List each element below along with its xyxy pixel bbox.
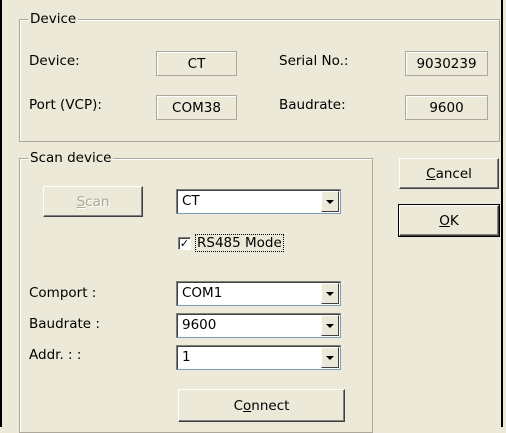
checkbox-box[interactable]: ✓ [178,236,191,250]
ok-button[interactable]: OK [398,204,500,237]
port-label: Port (VCP): [29,97,102,113]
serial-value: 9030239 [405,51,488,76]
rs485-mode-checkbox[interactable]: ✓ RS485 Mode [178,234,284,252]
checkmark-icon: ✓ [179,236,190,250]
comport-dropdown-button[interactable] [321,283,339,304]
device-group-title: Device [28,11,79,27]
device-label: Device: [29,53,80,69]
baud-label: Baudrate: [279,97,346,113]
addr-select[interactable]: 1 [176,345,341,370]
chevron-down-icon [326,355,334,360]
addr-label: Addr. : : [29,347,82,363]
device-type-dropdown-button[interactable] [321,191,339,212]
baudrate-label: Baudrate : [29,316,100,332]
baudrate-select[interactable]: 9600 [176,313,341,338]
addr-value: 1 [182,349,191,365]
device-value: CT [156,51,237,76]
port-value: COM38 [156,95,237,120]
scan-group-title: Scan device [28,150,114,166]
device-groupbox: Device [19,11,500,142]
connect-button[interactable]: Co nnect [178,389,345,422]
rs485-mode-label: RS485 Mode [195,234,284,252]
baud-value: 9600 [405,95,488,120]
device-type-select[interactable]: CT [176,189,341,214]
chevron-down-icon [326,199,334,204]
device-type-value: CT [182,193,200,209]
scan-button[interactable]: Scan [43,186,143,217]
comport-label: Comport : [29,285,97,301]
baudrate-value: 9600 [182,317,217,333]
comport-select[interactable]: COM1 [176,281,341,306]
addr-dropdown-button[interactable] [321,347,339,368]
chevron-down-icon [326,291,334,296]
comport-value: COM1 [182,285,223,301]
serial-label: Serial No.: [279,53,349,69]
chevron-down-icon [326,323,334,328]
baudrate-dropdown-button[interactable] [321,315,339,336]
cancel-button[interactable]: Cancel [399,158,499,189]
